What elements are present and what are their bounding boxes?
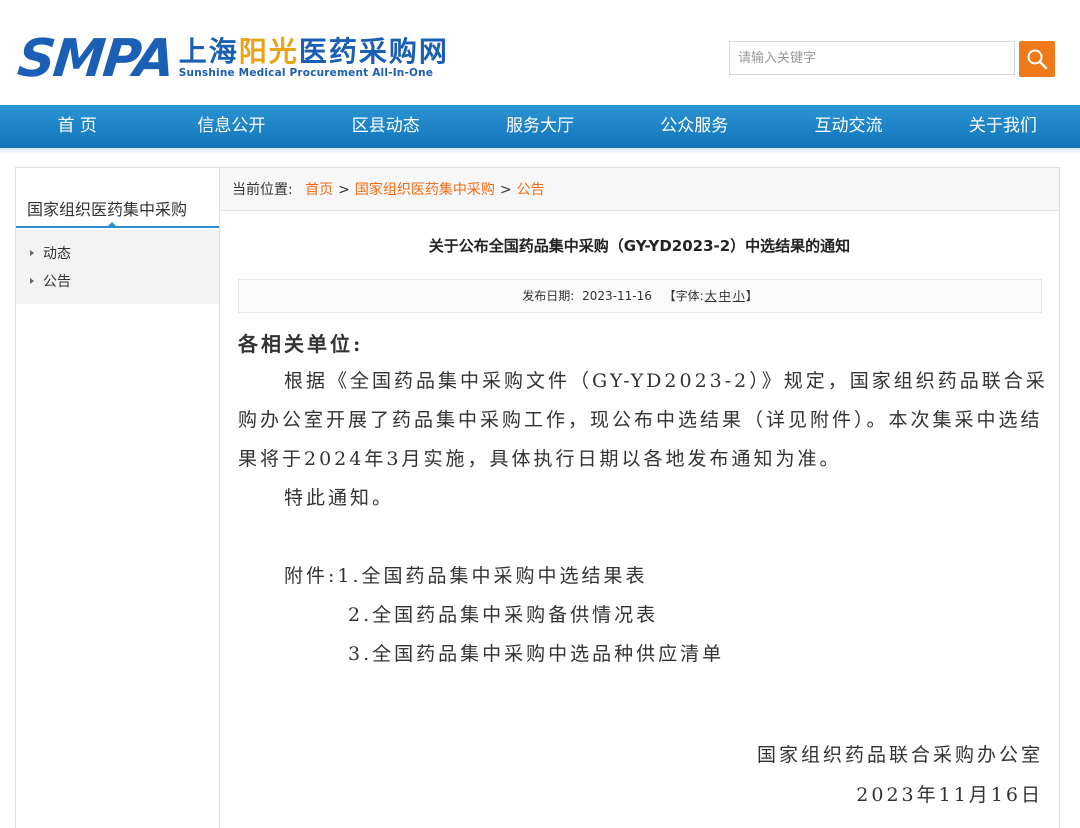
font-size-label: 【字体: <box>663 289 704 303</box>
logo-text: 上海阳光医药采购网 Sunshine Medical Procurement A… <box>178 36 449 80</box>
sidebar-item-announcements[interactable]: 公告 <box>16 267 219 295</box>
breadcrumb-procurement[interactable]: 国家组织医药集中采购 <box>355 182 495 198</box>
logo-name-part-1: 上海 <box>178 35 239 68</box>
sidebar-item-label: 公告 <box>43 274 71 290</box>
logo-mark: SMPA <box>14 29 176 89</box>
nav-district-news[interactable]: 区县动态 <box>309 105 463 148</box>
article-paragraph: 根据《全国药品集中采购文件（GY-YD2023-2）》规定，国家组织药品联合采购… <box>238 370 1048 470</box>
sidebar: 国家组织医药集中采购 动态 公告 <box>16 168 220 828</box>
font-size-close: 】 <box>745 289 758 303</box>
logo-chinese-name: 上海阳光医药采购网 <box>179 36 449 68</box>
font-size-small[interactable]: 小 <box>733 289 745 303</box>
content-frame: 国家组织医药集中采购 动态 公告 当前位置: 首页 > 国家组织医药集中采购 > 公告 … <box>15 167 1060 828</box>
font-size-medium[interactable]: 中 <box>719 289 731 303</box>
search-input[interactable] <box>729 41 1015 75</box>
attachment-link[interactable]: 2.全国药品集中采购备供情况表 <box>238 596 1048 635</box>
caret-up-icon <box>106 222 118 228</box>
breadcrumb: 当前位置: 首页 > 国家组织医药集中采购 > 公告 <box>220 168 1059 211</box>
nav-interaction[interactable]: 互动交流 <box>771 105 925 148</box>
site-header: SMPA 上海阳光医药采购网 Sunshine Medical Procurem… <box>0 0 1080 105</box>
sidebar-list: 动态 公告 <box>16 230 219 304</box>
nav-shadow <box>0 148 1080 154</box>
publish-date: 2023-11-16 <box>582 289 652 303</box>
attachment-line: 附件:1.全国药品集中采购中选结果表 <box>238 557 1048 596</box>
sidebar-item-news[interactable]: 动态 <box>16 239 219 267</box>
attachment-link[interactable]: 1.全国药品集中采购中选结果表 <box>337 565 647 587</box>
site-logo[interactable]: SMPA 上海阳光医药采购网 Sunshine Medical Procurem… <box>14 29 449 89</box>
search-icon <box>1027 49 1048 70</box>
signature-org: 国家组织药品联合采购办公室 <box>756 744 1043 766</box>
attachments-label: 附件: <box>284 565 338 587</box>
triangle-right-icon <box>30 278 34 284</box>
search-button[interactable] <box>1019 41 1055 77</box>
sidebar-title-text: 国家组织医药集中采购 <box>27 200 188 219</box>
logo-name-part-3: 医药采购网 <box>298 35 449 68</box>
salutation: 各相关单位: <box>238 332 364 356</box>
attachment-link[interactable]: 3.全国药品集中采购中选品种供应清单 <box>238 635 1048 674</box>
nav-public-service[interactable]: 公众服务 <box>617 105 771 148</box>
nav-home[interactable]: 首 页 <box>0 105 154 148</box>
triangle-right-icon <box>30 250 34 256</box>
breadcrumb-home[interactable]: 首页 <box>305 182 333 198</box>
sidebar-item-label: 动态 <box>43 246 71 262</box>
logo-tagline: Sunshine Medical Procurement All-In-One <box>178 67 434 79</box>
main-content: 当前位置: 首页 > 国家组织医药集中采购 > 公告 关于公布全国药品集中采购（GY-Y… <box>220 168 1059 828</box>
search-box <box>729 41 1055 77</box>
nav-about-us[interactable]: 关于我们 <box>926 105 1080 148</box>
article-body: 各相关单位: 根据《全国药品集中采购文件（GY-YD2023-2）》规定，国家组… <box>238 326 1048 674</box>
publish-date-label: 发布日期: <box>522 289 575 303</box>
nav-service-hall[interactable]: 服务大厅 <box>463 105 617 148</box>
logo-name-part-2: 阳光 <box>238 35 299 68</box>
font-size-large[interactable]: 大 <box>705 289 717 303</box>
article-paragraph: 特此通知。 <box>284 487 395 509</box>
nav-info-disclosure[interactable]: 信息公开 <box>154 105 308 148</box>
breadcrumb-separator: > <box>499 182 512 198</box>
main-nav: 首 页 信息公开 区县动态 服务大厅 公众服务 互动交流 关于我们 <box>0 105 1080 148</box>
sidebar-title: 国家组织医药集中采购 <box>16 186 219 228</box>
breadcrumb-announcements[interactable]: 公告 <box>517 182 545 198</box>
article-meta: 发布日期: 2023-11-16 【字体:大中小】 <box>238 279 1042 313</box>
breadcrumb-prefix: 当前位置: <box>232 182 293 198</box>
article-title: 关于公布全国药品集中采购（GY-YD2023-2）中选结果的通知 <box>428 237 851 255</box>
breadcrumb-separator: > <box>338 182 350 198</box>
signature-date: 2023年11月16日 <box>856 784 1043 806</box>
